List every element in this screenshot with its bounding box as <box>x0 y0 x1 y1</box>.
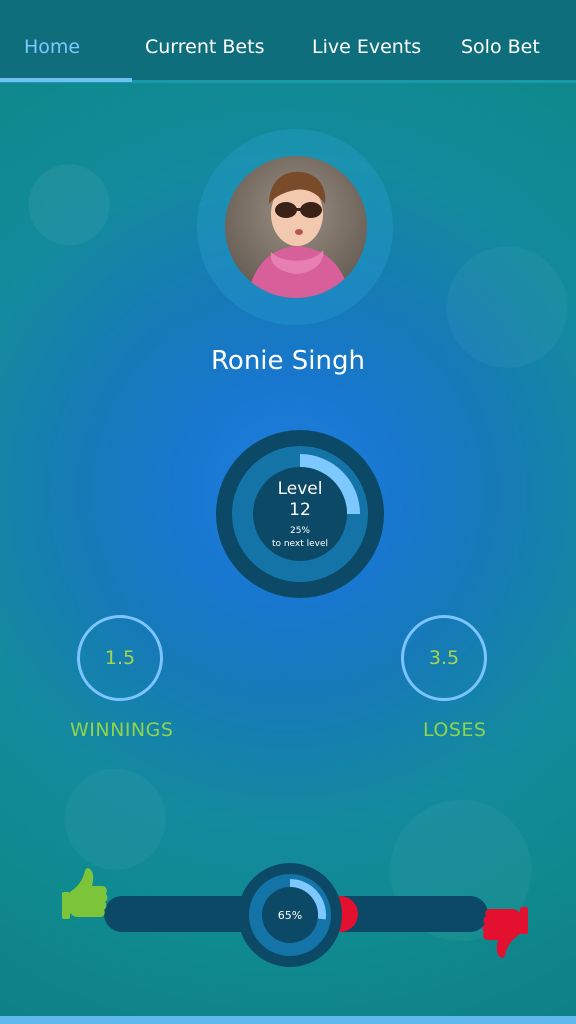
level-label: Level <box>277 479 323 499</box>
loses-label: LOSES <box>423 719 487 741</box>
bottom-strip <box>0 1016 576 1024</box>
tab-current-bets[interactable]: Current Bets <box>145 36 264 58</box>
winnings-label: WINNINGS <box>70 719 174 741</box>
tab-live-events[interactable]: Live Events <box>312 36 421 58</box>
avatar[interactable] <box>225 156 367 298</box>
level-progress-caption: to next level <box>271 539 329 549</box>
user-photo-icon <box>225 156 367 298</box>
user-name: Ronie Singh <box>211 346 365 376</box>
active-tab-indicator <box>0 78 132 82</box>
winnings-value: 1.5 <box>104 647 136 669</box>
loses-value: 3.5 <box>428 647 460 669</box>
vote-percent: 65% <box>277 908 303 922</box>
tab-solo-bet[interactable]: Solo Bet <box>461 36 540 58</box>
loses-circle[interactable]: 3.5 <box>401 615 487 701</box>
tab-home[interactable]: Home <box>24 36 80 58</box>
thumbs-down-icon[interactable] <box>482 896 528 960</box>
winnings-circle[interactable]: 1.5 <box>77 615 163 701</box>
thumbs-up-icon[interactable] <box>62 866 108 930</box>
level-number: 12 <box>289 500 311 520</box>
level-info: Level 12 25% to next level <box>216 430 384 598</box>
level-progress-percent: 25% <box>289 526 310 536</box>
top-navigation: Home Current Bets Live Events Solo Bet <box>0 0 576 83</box>
